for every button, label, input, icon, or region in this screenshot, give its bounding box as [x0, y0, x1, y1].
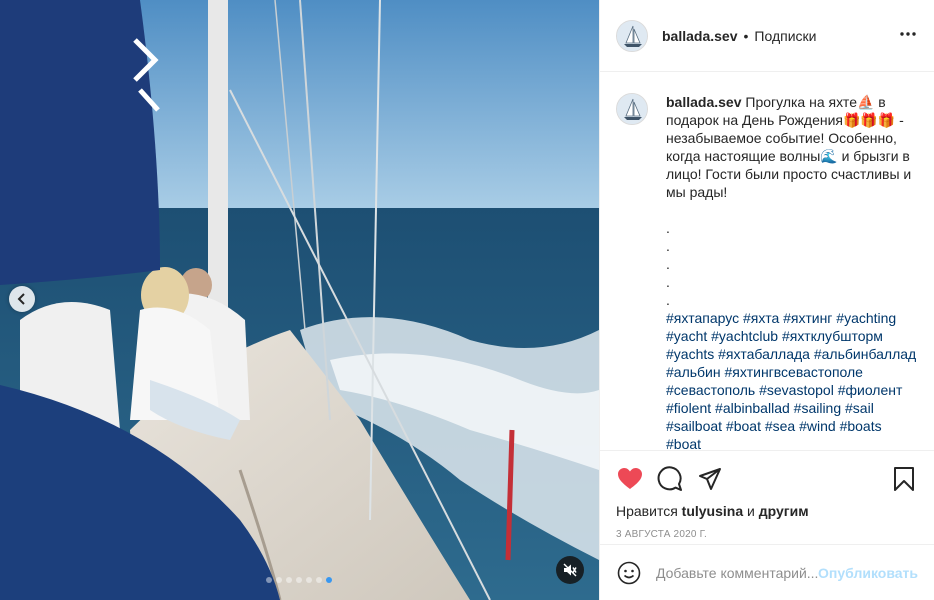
caption-dot-line: . [666, 238, 670, 254]
post-header: ballada.sev • Подписки [600, 0, 934, 72]
sailboat-avatar-icon [617, 94, 647, 124]
carousel-prev-button[interactable] [9, 286, 35, 312]
post-modal: ballada.sev • Подписки ballada.sev Прогу… [0, 0, 934, 600]
post-actions: Нравится tulyusina и другим 3 августа 20… [600, 450, 934, 540]
likes-others-link[interactable]: другим [759, 503, 809, 519]
caption-dot-line: . [666, 292, 670, 308]
avatar[interactable] [616, 19, 648, 52]
comment-icon [657, 466, 682, 491]
publish-button[interactable]: Опубликовать [818, 565, 918, 581]
emoji-button[interactable] [616, 560, 642, 586]
caption-dot-line: . [666, 256, 670, 272]
more-horizontal-icon [900, 32, 916, 36]
carousel-dot [266, 577, 272, 583]
likes-middle: и [747, 503, 755, 519]
post-side-panel: ballada.sev • Подписки ballada.sev Прогу… [599, 0, 934, 600]
carousel-dot [306, 577, 312, 583]
caption: ballada.sev Прогулка на яхте⛵ в подарок … [616, 93, 918, 449]
save-button[interactable] [890, 465, 918, 493]
likes-user-link[interactable]: tulyusina [682, 503, 743, 519]
sailboat-avatar-icon [617, 20, 647, 51]
carousel-dot [316, 577, 322, 583]
share-icon [699, 468, 721, 490]
caption-dot-line: . [666, 220, 670, 236]
share-button[interactable] [696, 465, 724, 493]
post-media[interactable] [0, 0, 599, 600]
caption-hashtags[interactable]: #яхтапарус #яхта #яхтинг #yachting #yach… [666, 309, 918, 449]
carousel-dot [286, 577, 292, 583]
caption-body: ballada.sev Прогулка на яхте⛵ в подарок … [666, 93, 918, 449]
chevron-left-icon [17, 293, 25, 305]
heart-icon [618, 468, 642, 489]
following-button[interactable]: Подписки [754, 28, 816, 44]
comment-button[interactable] [656, 465, 684, 493]
post-author-username[interactable]: ballada.sev [662, 28, 738, 44]
action-icons [616, 459, 918, 499]
avatar[interactable] [616, 93, 648, 125]
header-separator: • [743, 27, 749, 44]
yacht-video-frame [0, 0, 599, 600]
carousel-dot-active [326, 577, 332, 583]
more-options-button[interactable] [898, 24, 918, 44]
comment-input[interactable] [656, 564, 819, 581]
bookmark-icon [894, 467, 914, 491]
caption-dot-line: . [666, 274, 670, 290]
likes-summary: Нравится tulyusina и другим [616, 503, 918, 519]
comments-section[interactable]: ballada.sev Прогулка на яхте⛵ в подарок … [600, 73, 934, 449]
caption-username[interactable]: ballada.sev [666, 94, 742, 110]
carousel-indicator [266, 577, 332, 583]
like-button[interactable] [616, 465, 644, 493]
add-comment-bar: Опубликовать [600, 544, 934, 600]
likes-prefix: Нравится [616, 503, 678, 519]
mute-icon [563, 563, 577, 577]
post-date[interactable]: 3 августа 2020 г. [616, 529, 918, 540]
emoji-icon [617, 561, 641, 584]
carousel-dot [276, 577, 282, 583]
mute-button[interactable] [556, 556, 584, 584]
carousel-dot [296, 577, 302, 583]
